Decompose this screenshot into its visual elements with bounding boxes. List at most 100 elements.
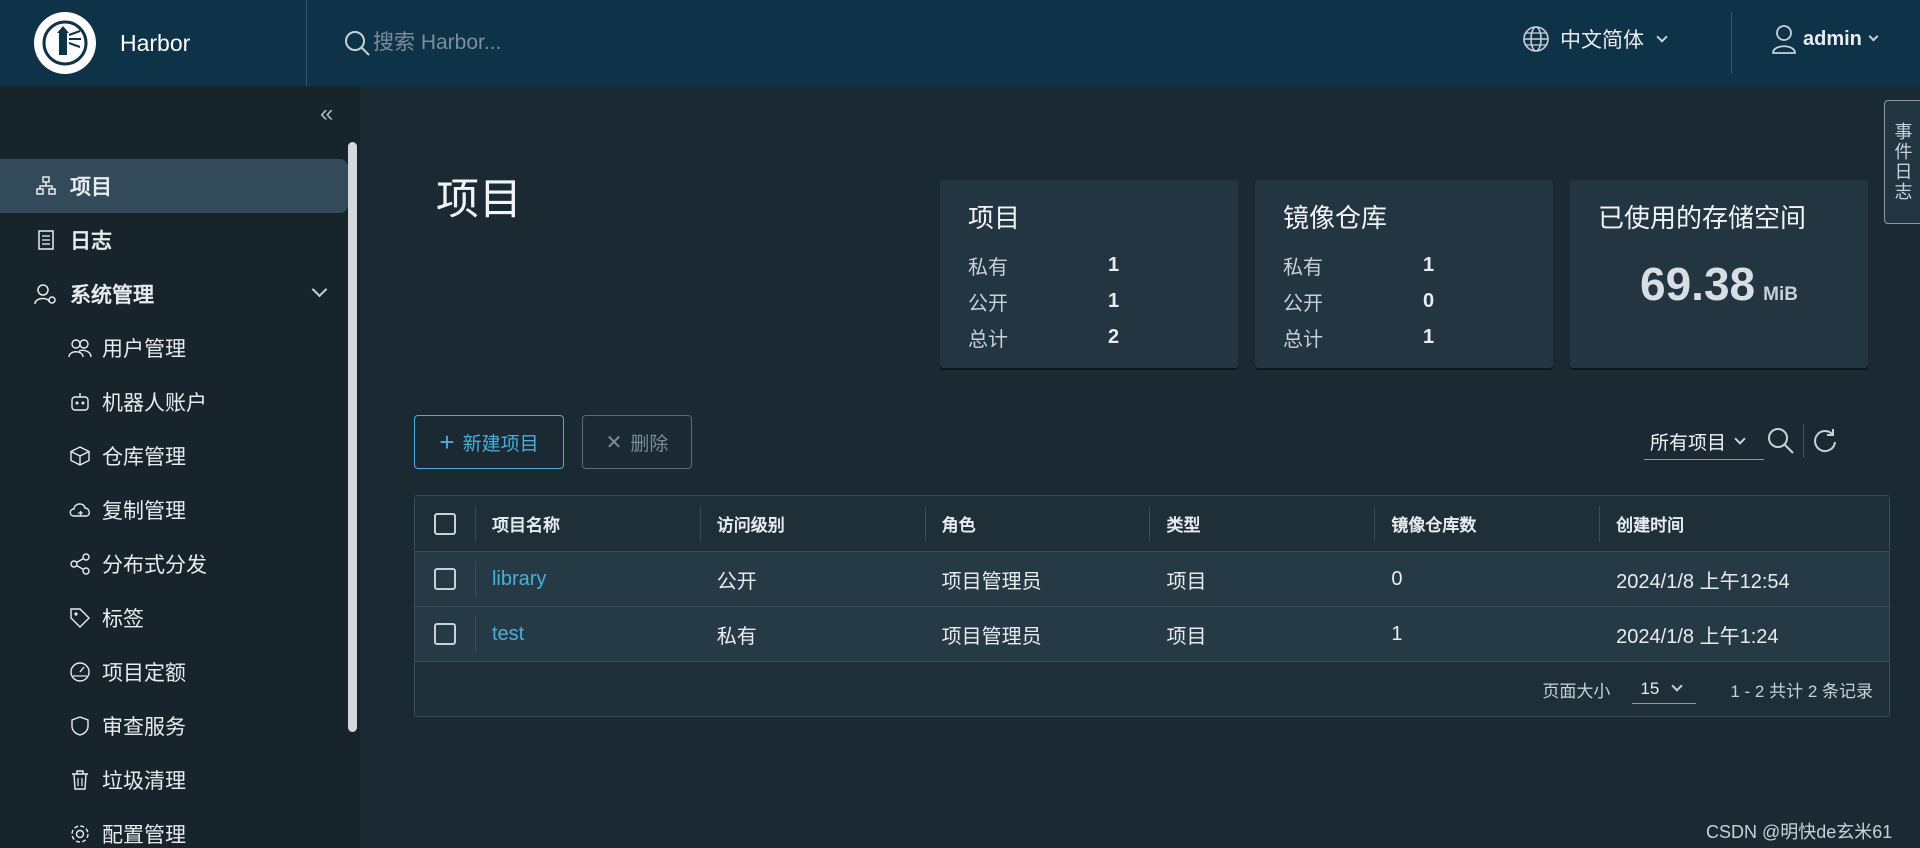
delete-label: 删除	[630, 433, 669, 455]
page-size-label: 页面大小	[1542, 681, 1611, 701]
chevron-down-icon	[1656, 30, 1668, 43]
card-title: 已使用的存储空间	[1598, 203, 1807, 233]
table-cell: 2024/1/8 上午12:54	[1616, 570, 1790, 593]
new-project-button[interactable]: + 新建项目	[414, 415, 564, 469]
sidebar-scrollbar[interactable]	[348, 142, 357, 732]
sidebar-item-labels[interactable]: 标签	[0, 591, 348, 645]
tag-icon	[68, 606, 92, 630]
table-cell: 公开	[716, 570, 757, 593]
brand-name: Harbor	[120, 29, 191, 56]
gear-icon	[68, 822, 92, 846]
card-title: 镜像仓库	[1283, 203, 1388, 233]
table-cell: 私有	[716, 625, 757, 648]
language-label: 中文简体	[1560, 29, 1644, 52]
table-header: 项目名称 访问级别 角色 类型 镜像仓库数 创建时间	[415, 496, 1889, 552]
quota-icon	[68, 660, 92, 684]
sidebar-item-label: 项目定额	[102, 662, 186, 685]
trash-icon	[68, 768, 92, 792]
event-log-tab[interactable]: 事件日志	[1884, 100, 1920, 224]
sidebar-item-label: 标签	[102, 608, 144, 631]
sidebar-item-label: 配置管理	[102, 824, 186, 847]
page-size-select[interactable]: 15	[1632, 675, 1697, 704]
column-header[interactable]: 镜像仓库数	[1374, 505, 1599, 542]
toolbar-divider	[1803, 424, 1804, 458]
global-search[interactable]	[343, 29, 673, 57]
column-header[interactable]: 访问级别	[699, 505, 925, 542]
sidebar-item-replication[interactable]: 复制管理	[0, 483, 348, 537]
close-icon: ✕	[605, 431, 623, 454]
collapse-sidebar-icon[interactable]: «	[320, 100, 333, 128]
sidebar-item-projects[interactable]: 项目	[0, 159, 348, 213]
search-icon[interactable]	[1766, 426, 1796, 456]
brand[interactable]: Harbor	[0, 0, 307, 86]
chevron-down-icon	[1734, 433, 1746, 445]
projects-summary-card: 项目 私有 1 公开 1 总计 2	[940, 180, 1238, 368]
shield-icon	[68, 714, 92, 738]
row-checkbox[interactable]	[433, 568, 456, 590]
table-cell: 0	[1391, 567, 1403, 590]
sidebar-item-quotas[interactable]: 项目定额	[0, 645, 348, 699]
card-row: 公开 0	[1283, 289, 1435, 315]
sidebar-item-label: 仓库管理	[102, 446, 186, 469]
replication-icon	[68, 498, 92, 522]
sidebar-item-scanners[interactable]: 审查服务	[0, 699, 348, 753]
admin-icon	[34, 282, 58, 306]
column-header[interactable]: 类型	[1149, 505, 1374, 542]
distribution-icon	[68, 552, 92, 576]
chevron-down-icon[interactable]	[311, 281, 328, 298]
top-header: Harbor 中文简体 admin	[0, 0, 1920, 86]
chevron-down-icon	[1868, 31, 1879, 42]
sidebar-item-distribution[interactable]: 分布式分发	[0, 537, 348, 591]
sidebar-item-logs[interactable]: 日志	[0, 213, 348, 267]
card-title: 项目	[968, 203, 1021, 233]
table-cell: 项目	[1166, 625, 1207, 648]
globe-icon	[1523, 26, 1549, 52]
storage-usage: 69.38 MiB	[1598, 257, 1840, 311]
search-icon	[345, 31, 370, 56]
column-header[interactable]: 创建时间	[1599, 505, 1889, 542]
user-menu[interactable]: admin	[1771, 24, 1879, 54]
select-all-checkbox[interactable]	[433, 512, 456, 535]
plus-icon: +	[439, 426, 455, 457]
project-name-link[interactable]: library	[474, 561, 700, 597]
sidebar-item-users[interactable]: 用户管理	[0, 321, 348, 375]
column-header[interactable]: 项目名称	[474, 505, 700, 542]
sidebar-item-label: 垃圾清理	[102, 770, 186, 793]
users-icon	[68, 336, 92, 360]
language-selector[interactable]: 中文简体	[1522, 24, 1668, 54]
storage-summary-card: 已使用的存储空间 69.38 MiB	[1570, 180, 1868, 368]
registry-icon	[68, 444, 92, 468]
table-cell: 项目管理员	[941, 570, 1042, 593]
card-row: 总计 1	[1283, 325, 1435, 351]
card-row: 私有 1	[968, 253, 1120, 279]
filter-label: 所有项目	[1650, 433, 1727, 454]
table-cell: 1	[1391, 622, 1403, 645]
sidebar-item-config[interactable]: 配置管理	[0, 807, 348, 848]
sidebar-item-admin[interactable]: 系统管理	[0, 267, 348, 321]
sidebar-item-label: 复制管理	[102, 500, 186, 523]
watermark: CSDN @明快de玄米61	[1706, 822, 1893, 842]
sidebar: « 项目 日志 系统管理 用户管理 机器人账户 仓库管理 复制管理 分布式分发	[0, 86, 360, 848]
sidebar-item-robot[interactable]: 机器人账户	[0, 375, 348, 429]
page-title: 项目	[436, 176, 522, 224]
card-row: 私有 1	[1283, 253, 1435, 279]
sidebar-item-label: 机器人账户	[102, 392, 207, 415]
table-cell: 项目	[1166, 570, 1207, 593]
repos-summary-card: 镜像仓库 私有 1 公开 0 总计 1	[1255, 180, 1553, 368]
storage-value: 69.38	[1640, 258, 1756, 310]
delete-button[interactable]: ✕ 删除	[582, 415, 692, 469]
table-cell: 项目管理员	[941, 625, 1042, 648]
robot-icon	[68, 390, 92, 414]
header-divider	[1731, 12, 1732, 74]
sidebar-item-gc[interactable]: 垃圾清理	[0, 753, 348, 807]
row-checkbox[interactable]	[433, 623, 456, 645]
project-filter-select[interactable]: 所有项目	[1644, 424, 1764, 460]
project-name-link[interactable]: test	[474, 616, 700, 652]
refresh-icon[interactable]	[1811, 426, 1839, 454]
column-header[interactable]: 角色	[924, 505, 1150, 542]
search-input[interactable]	[373, 31, 673, 55]
table-footer: 页面大小 15 1 - 2 共计 2 条记录	[415, 662, 1889, 716]
table-row: library 公开 项目管理员 项目 0 2024/1/8 上午12:54	[415, 552, 1889, 607]
event-log-label: 事件日志	[1892, 122, 1913, 202]
sidebar-item-registries[interactable]: 仓库管理	[0, 429, 348, 483]
